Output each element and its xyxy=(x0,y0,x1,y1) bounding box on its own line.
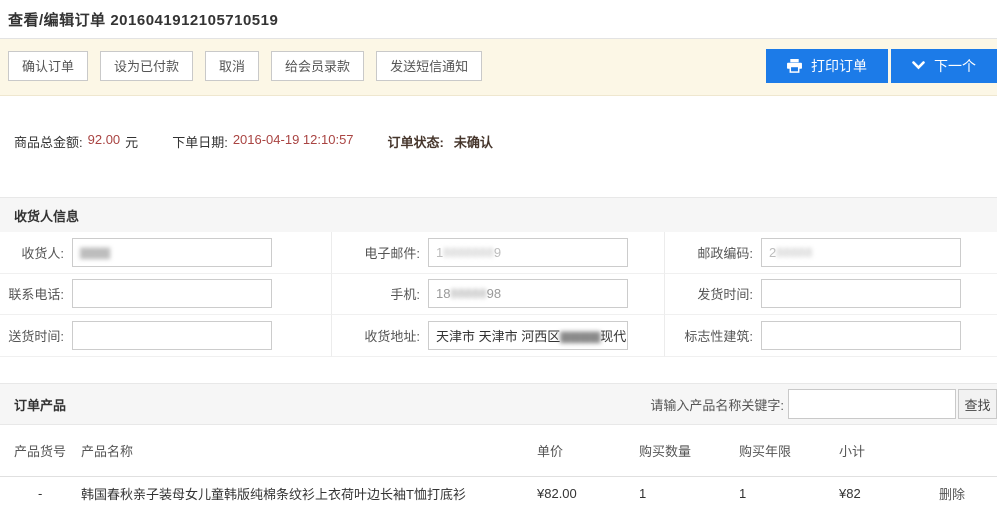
contact-phone-field: 联系电话: xyxy=(0,274,332,316)
product-subtotal: ¥82 xyxy=(839,486,939,501)
cancel-button[interactable]: 取消 xyxy=(205,51,259,81)
consignee-section-title: 收货人信息 xyxy=(14,206,79,225)
field-value: 1 xyxy=(436,245,443,260)
toolbar-left-group: 确认订单 设为已付款 取消 给会员录款 发送短信通知 xyxy=(8,51,482,81)
product-search-button[interactable]: 查找 xyxy=(958,389,997,419)
mobile-field: 手机: 188888898 xyxy=(332,274,665,316)
col-header-sku: 产品货号 xyxy=(14,441,81,460)
total-amount: 商品总金额: 92.00 元 xyxy=(14,132,138,151)
order-status-badge: 未确认 xyxy=(454,132,493,151)
col-header-qty: 购买数量 xyxy=(639,441,739,460)
field-value: 98 xyxy=(487,286,501,301)
delivery-time-input[interactable] xyxy=(72,321,272,350)
order-date-value: 2016-04-19 12:10:57 xyxy=(233,132,354,151)
send-sms-button[interactable]: 发送短信通知 xyxy=(376,51,482,81)
landmark-input[interactable] xyxy=(761,321,961,350)
col-header-years: 购买年限 xyxy=(739,441,839,460)
set-paid-button[interactable]: 设为已付款 xyxy=(100,51,193,81)
col-header-subtotal: 小计 xyxy=(839,441,939,460)
order-status: 订单状态: 未确认 xyxy=(388,132,498,151)
page-title: 查看/编辑订单 2016041912105710519 xyxy=(8,9,278,30)
field-value: 9 xyxy=(494,245,501,260)
col-header-price: 单价 xyxy=(537,441,639,460)
products-table-header: 产品货号 产品名称 单价 购买数量 购买年限 小计 xyxy=(0,425,997,477)
page-header: 查看/编辑订单 2016041912105710519 xyxy=(0,0,997,39)
mobile-label: 手机: xyxy=(340,284,420,303)
next-order-button[interactable]: 下一个 xyxy=(891,49,997,83)
field-value: 2 xyxy=(769,245,776,260)
landmark-label: 标志性建筑: xyxy=(673,326,753,345)
field-value: 现代 xyxy=(600,326,626,345)
postal-code-field: 邮政编码: 288888 xyxy=(665,232,997,274)
redacted-value: 8888888 xyxy=(443,245,494,260)
consignee-section-header: 收货人信息 xyxy=(0,197,997,232)
ship-time-field: 发货时间: xyxy=(665,274,997,316)
next-order-label: 下一个 xyxy=(934,56,976,76)
redacted-value: ▆▆▆▆ xyxy=(560,328,600,344)
order-status-label: 订单状态: xyxy=(388,132,444,151)
delivery-time-field: 送货时间: xyxy=(0,315,332,357)
toolbar-right-group: 打印订单 下一个 xyxy=(766,49,997,83)
products-section-title: 订单产品 xyxy=(14,395,66,414)
field-value: 18 xyxy=(436,286,450,301)
email-input[interactable]: 188888889 xyxy=(428,238,628,267)
confirm-order-button[interactable]: 确认订单 xyxy=(8,51,88,81)
order-summary: 商品总金额: 92.00 元 下单日期: 2016-04-19 12:10:57… xyxy=(0,96,997,197)
mobile-input[interactable]: 188888898 xyxy=(428,279,628,308)
chevron-down-icon xyxy=(912,61,925,70)
consignee-label: 收货人: xyxy=(8,243,64,262)
email-field: 电子邮件: 188888889 xyxy=(332,232,665,274)
table-row: - 韩国春秋亲子装母女儿童韩版纯棉条纹衫上衣荷叶边长袖T恤打底衫 ¥82.00 … xyxy=(0,477,997,509)
contact-phone-label: 联系电话: xyxy=(8,284,64,303)
contact-phone-input[interactable] xyxy=(72,279,272,308)
total-amount-unit: 元 xyxy=(125,132,138,151)
record-payment-button[interactable]: 给会员录款 xyxy=(271,51,364,81)
ship-time-input[interactable] xyxy=(761,279,961,308)
product-search: 请输入产品名称关键字: 查找 xyxy=(650,389,997,419)
redacted-value: ▆▆▆ xyxy=(80,244,110,260)
total-amount-value: 92.00 xyxy=(88,132,121,151)
landmark-field: 标志性建筑: xyxy=(665,315,997,357)
product-price: ¥82.00 xyxy=(537,486,639,501)
order-date: 下单日期: 2016-04-19 12:10:57 xyxy=(172,132,353,151)
product-search-input[interactable] xyxy=(788,389,956,419)
consignee-form: 收货人: ▆▆▆ 电子邮件: 188888889 邮政编码: 288888 联系… xyxy=(0,232,997,357)
total-amount-label: 商品总金额: xyxy=(14,132,83,151)
col-header-name: 产品名称 xyxy=(81,441,537,460)
order-date-label: 下单日期: xyxy=(172,132,228,151)
print-order-label: 打印订单 xyxy=(811,56,867,76)
product-qty: 1 xyxy=(639,486,739,501)
product-sku: - xyxy=(14,486,81,501)
consignee-input[interactable]: ▆▆▆ xyxy=(72,238,272,267)
field-value: 天津市 天津市 河西区 xyxy=(436,326,560,345)
order-toolbar: 确认订单 设为已付款 取消 给会员录款 发送短信通知 打印订单 下一个 xyxy=(0,39,997,96)
redacted-value: 88888 xyxy=(450,286,486,301)
delivery-time-label: 送货时间: xyxy=(8,326,64,345)
email-label: 电子邮件: xyxy=(340,243,420,262)
products-section-header: 订单产品 请输入产品名称关键字: 查找 xyxy=(0,383,997,425)
address-input[interactable]: 天津市 天津市 河西区▆▆▆▆现代 xyxy=(428,321,628,350)
print-order-button[interactable]: 打印订单 xyxy=(766,49,888,83)
product-years: 1 xyxy=(739,486,839,501)
postal-code-label: 邮政编码: xyxy=(673,243,753,262)
consignee-field: 收货人: ▆▆▆ xyxy=(0,232,332,274)
delete-product-link[interactable]: 删除 xyxy=(939,484,997,503)
form-spacer xyxy=(0,357,997,383)
product-name: 韩国春秋亲子装母女儿童韩版纯棉条纹衫上衣荷叶边长袖T恤打底衫 xyxy=(81,484,537,503)
printer-icon xyxy=(787,59,802,73)
address-field: 收货地址: 天津市 天津市 河西区▆▆▆▆现代 xyxy=(332,315,665,357)
address-label: 收货地址: xyxy=(340,326,420,345)
redacted-value: 88888 xyxy=(776,245,812,260)
postal-code-input[interactable]: 288888 xyxy=(761,238,961,267)
ship-time-label: 发货时间: xyxy=(673,284,753,303)
product-search-label: 请输入产品名称关键字: xyxy=(650,395,784,414)
